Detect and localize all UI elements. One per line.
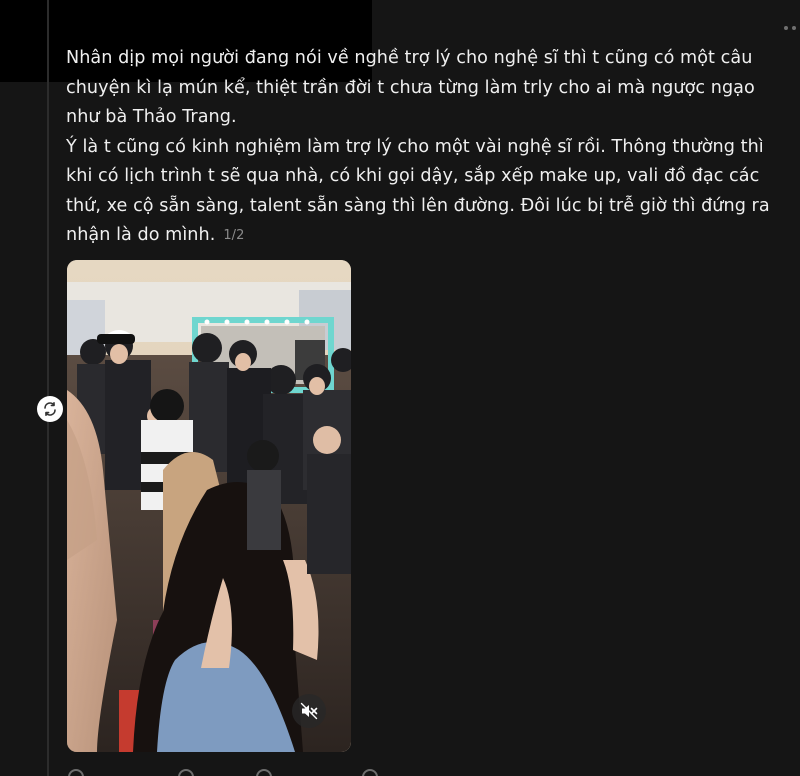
like-icon[interactable] <box>68 769 84 776</box>
share-icon[interactable] <box>362 769 378 776</box>
mute-button[interactable] <box>292 694 326 728</box>
text-page-counter: 1/2 <box>223 228 245 243</box>
post-body: Nhân dịp mọi người đang nói về nghề trợ … <box>66 44 800 251</box>
post-text-line: thứ, xe cộ sẵn sàng, talent sẵn sàng thì… <box>66 195 770 216</box>
comment-icon[interactable] <box>178 769 194 776</box>
post-text-line: như bà Thảo Trang. <box>66 107 237 127</box>
video-frame <box>67 260 351 752</box>
post-text-line: Nhân dịp mọi người đang nói về nghề trợ … <box>66 48 753 68</box>
speaker-muted-icon <box>300 702 318 720</box>
post-action-bar <box>66 769 386 776</box>
post-text-line: chuyện kì lạ mún kể, thiệt trần đời t ch… <box>66 77 755 98</box>
post-text-last-segment: nhận là do mình. <box>66 225 216 245</box>
thread-connector-line <box>47 0 49 776</box>
more-options-icon[interactable] <box>782 24 800 32</box>
post-text-line: khi có lịch trình t sẽ qua nhà, có khi g… <box>66 166 760 186</box>
repost-action-icon[interactable] <box>256 769 272 776</box>
post-text-line: Ý là t cũng có kinh nghiệm làm trợ lý ch… <box>66 136 764 157</box>
post-text-line: nhận là do mình. 1/2 <box>66 221 800 251</box>
repost-icon[interactable] <box>37 396 63 422</box>
post-video[interactable] <box>67 260 351 752</box>
threads-post-view: Nhân dịp mọi người đang nói về nghề trợ … <box>0 0 800 776</box>
